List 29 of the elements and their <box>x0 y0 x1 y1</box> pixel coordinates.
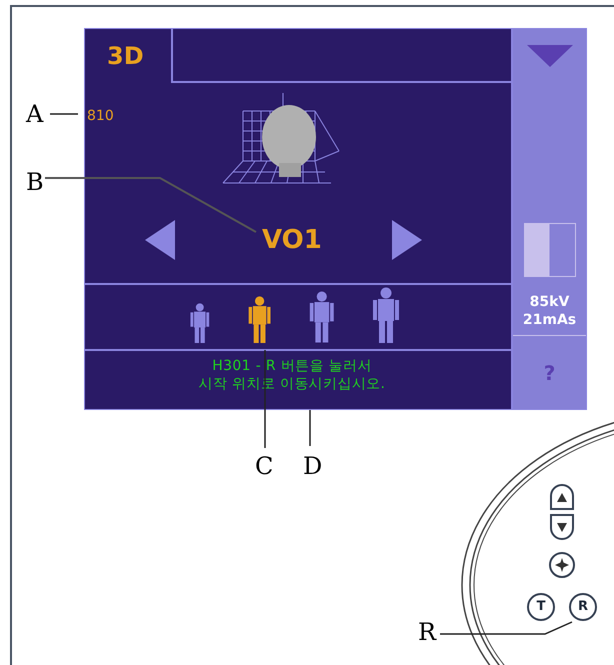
program-code: 810 <box>87 108 114 124</box>
callout-label: D <box>303 452 322 480</box>
view-label: VO1 <box>262 224 322 256</box>
status-message: 시작 위치로 이동시키십시오. <box>198 375 386 393</box>
split-box-icon <box>524 223 576 277</box>
person-icon[interactable] <box>308 291 336 343</box>
down-arrow-button[interactable] <box>550 514 574 540</box>
star-icon <box>555 558 569 572</box>
exposure-reading: 85kV <box>530 293 570 311</box>
round-button[interactable]: T <box>527 593 555 621</box>
tab[interactable]: 3D <box>85 29 173 83</box>
up-arrow-button[interactable] <box>550 484 574 510</box>
leader-line <box>50 113 78 115</box>
right-arrow-icon[interactable] <box>392 220 422 260</box>
person-icon[interactable] <box>189 302 211 343</box>
callout-label: R <box>418 618 436 646</box>
exposure-reading: 21mAs <box>522 311 576 329</box>
person-icon[interactable] <box>246 296 272 343</box>
person-icon[interactable] <box>371 287 402 343</box>
callout-label: C <box>255 452 274 480</box>
callout-label: A <box>26 100 44 128</box>
round-button[interactable]: R <box>569 593 597 621</box>
down-triangle-icon <box>557 522 567 532</box>
status-message: H301 - R 버튼을 눌러서 <box>212 357 372 375</box>
star-button[interactable] <box>549 552 575 578</box>
callout-label: B <box>26 168 44 196</box>
left-arrow-icon[interactable] <box>145 220 175 260</box>
leader-line <box>309 410 311 446</box>
up-triangle-icon <box>557 492 567 502</box>
